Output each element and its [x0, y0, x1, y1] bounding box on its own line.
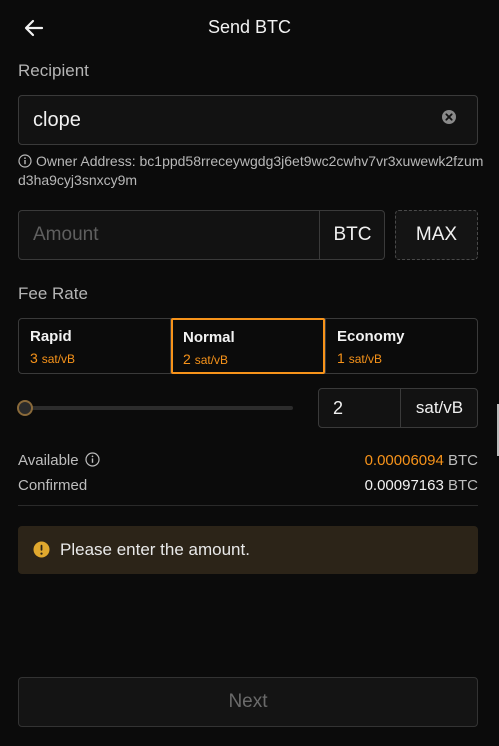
- warning-text: Please enter the amount.: [60, 540, 250, 559]
- max-button[interactable]: MAX: [395, 210, 478, 260]
- fee-slider-track[interactable]: [25, 406, 293, 410]
- fee-option-rate: 1 sat/vB: [337, 350, 383, 366]
- available-row: Available 0.00006094 BTC: [18, 452, 478, 472]
- info-icon: [18, 154, 32, 168]
- recipient-value[interactable]: clope: [33, 109, 81, 132]
- fee-option-rapid[interactable]: Rapid 3 sat/vB: [19, 319, 171, 373]
- confirmed-label: Confirmed: [18, 477, 88, 494]
- fee-option-name: Rapid: [30, 328, 72, 345]
- info-icon[interactable]: [85, 452, 100, 467]
- available-value: 0.00006094 BTC: [364, 452, 478, 469]
- fee-option-name: Normal: [183, 329, 235, 346]
- fee-rate-options: Rapid 3 sat/vB Normal 2 sat/vB Economy 1…: [18, 318, 478, 374]
- custom-fee-field: sat/vB: [318, 388, 478, 428]
- fee-option-economy[interactable]: Economy 1 sat/vB: [325, 319, 477, 373]
- fee-slider-thumb[interactable]: [17, 400, 33, 416]
- recipient-input[interactable]: clope: [18, 95, 478, 145]
- confirmed-row: Confirmed 0.00097163 BTC: [18, 477, 478, 497]
- header: Send BTC: [0, 0, 499, 56]
- amount-unit: BTC: [319, 211, 385, 259]
- divider: [18, 505, 478, 506]
- available-label: Available: [18, 452, 100, 469]
- recipient-label: Recipient: [18, 61, 89, 80]
- send-btc-screen: Send BTC Recipient clope Owner Address: …: [0, 0, 499, 746]
- fee-option-rate: 3 sat/vB: [30, 350, 76, 366]
- owner-address-prefix: Owner Address:: [36, 153, 140, 169]
- amount-field: BTC: [18, 210, 385, 260]
- page-title: Send BTC: [207, 17, 292, 37]
- clear-icon[interactable]: [441, 109, 457, 125]
- fee-option-rate: 2 sat/vB: [183, 351, 229, 367]
- custom-fee-unit: sat/vB: [400, 389, 478, 427]
- confirmed-value: 0.00097163 BTC: [364, 477, 478, 494]
- custom-fee-input[interactable]: [320, 390, 400, 426]
- fee-option-normal[interactable]: Normal 2 sat/vB: [171, 318, 325, 374]
- warning-icon: [33, 541, 50, 558]
- amount-input[interactable]: [20, 212, 319, 258]
- next-button[interactable]: Next: [18, 677, 478, 727]
- fee-option-name: Economy: [337, 328, 405, 345]
- amount-warning: Please enter the amount.: [18, 526, 478, 574]
- fee-rate-label: Fee Rate: [18, 284, 88, 303]
- owner-address-line: Owner Address: bc1ppd58rreceywgdg3j6et9w…: [18, 152, 488, 190]
